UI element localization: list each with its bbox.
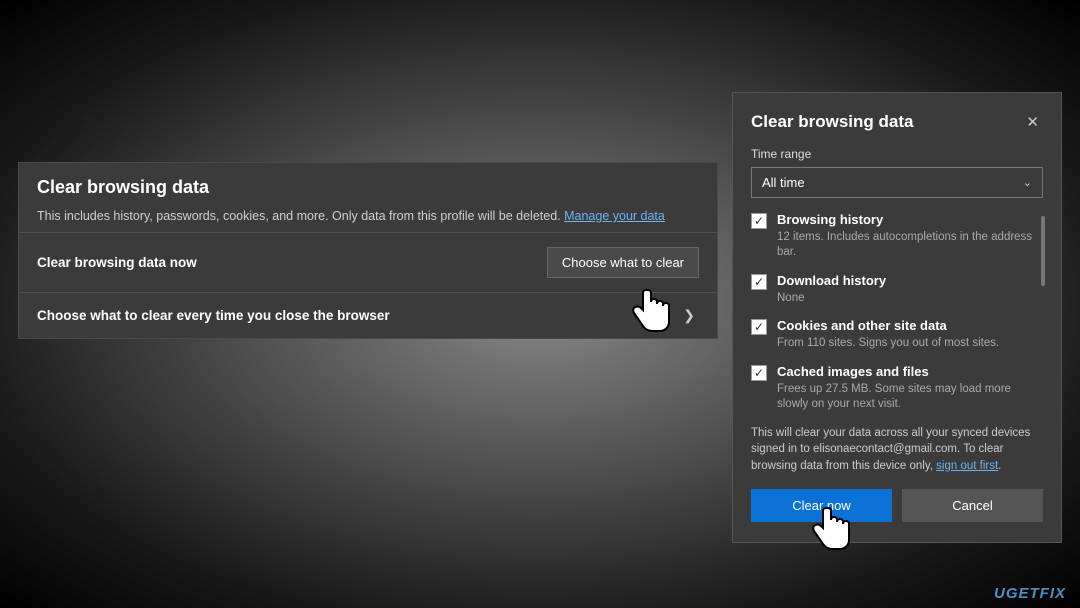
checkbox-row-cached: ✓ Cached images and files Frees up 27.5 … <box>751 364 1043 413</box>
settings-panel-header: Clear browsing data This includes histor… <box>19 163 717 232</box>
settings-row-clear-now: Clear browsing data now Choose what to c… <box>19 232 717 292</box>
time-range-value: All time <box>762 175 805 190</box>
settings-subtitle-text: This includes history, passwords, cookie… <box>37 209 564 223</box>
dialog-header: Clear browsing data ✕ <box>751 111 1043 133</box>
clear-now-button[interactable]: Clear now <box>751 489 892 522</box>
time-range-label: Time range <box>751 147 1043 161</box>
sync-notice-suffix: . <box>998 460 1001 472</box>
chevron-down-icon: ⌄ <box>1023 176 1032 189</box>
chevron-right-icon: ❯ <box>679 307 699 324</box>
item-title: Cookies and other site data <box>777 318 999 335</box>
choose-what-to-clear-button[interactable]: Choose what to clear <box>547 247 699 278</box>
checkbox-row-browsing-history: ✓ Browsing history 12 items. Includes au… <box>751 212 1043 261</box>
clear-browsing-data-dialog: Clear browsing data ✕ Time range All tim… <box>732 92 1062 543</box>
sync-notice: This will clear your data across all you… <box>751 425 1043 475</box>
scrollbar[interactable] <box>1041 216 1045 286</box>
settings-panel-title: Clear browsing data <box>37 177 699 198</box>
dialog-buttons: Clear now Cancel <box>751 489 1043 522</box>
checkbox-browsing-history[interactable]: ✓ <box>751 213 767 229</box>
close-icon[interactable]: ✕ <box>1022 111 1043 133</box>
dialog-title: Clear browsing data <box>751 112 913 132</box>
sign-out-first-link[interactable]: sign out first <box>936 460 998 472</box>
checkbox-row-cookies: ✓ Cookies and other site data From 110 s… <box>751 318 1043 351</box>
item-title: Browsing history <box>777 212 1043 229</box>
item-desc: None <box>777 291 886 307</box>
settings-row-clear-now-label: Clear browsing data now <box>37 255 197 270</box>
item-title: Download history <box>777 273 886 290</box>
checkbox-download-history[interactable]: ✓ <box>751 274 767 290</box>
item-desc: From 110 sites. Signs you out of most si… <box>777 336 999 352</box>
item-title: Cached images and files <box>777 364 1043 381</box>
watermark: UGETFIX <box>994 585 1066 602</box>
checkbox-row-download-history: ✓ Download history None <box>751 273 1043 306</box>
cancel-button[interactable]: Cancel <box>902 489 1043 522</box>
checkbox-cached[interactable]: ✓ <box>751 365 767 381</box>
settings-panel-subtitle: This includes history, passwords, cookie… <box>37 208 699 226</box>
settings-row-on-close-label: Choose what to clear every time you clos… <box>37 308 390 323</box>
settings-panel-clear-browsing-data: Clear browsing data This includes histor… <box>18 162 718 339</box>
checkbox-cookies[interactable]: ✓ <box>751 319 767 335</box>
settings-row-on-close[interactable]: Choose what to clear every time you clos… <box>19 292 717 338</box>
time-range-select[interactable]: All time ⌄ <box>751 167 1043 198</box>
manage-your-data-link[interactable]: Manage your data <box>564 209 665 223</box>
dialog-items: ✓ Browsing history 12 items. Includes au… <box>751 212 1043 413</box>
item-desc: Frees up 27.5 MB. Some sites may load mo… <box>777 382 1043 413</box>
item-desc: 12 items. Includes autocompletions in th… <box>777 230 1043 261</box>
